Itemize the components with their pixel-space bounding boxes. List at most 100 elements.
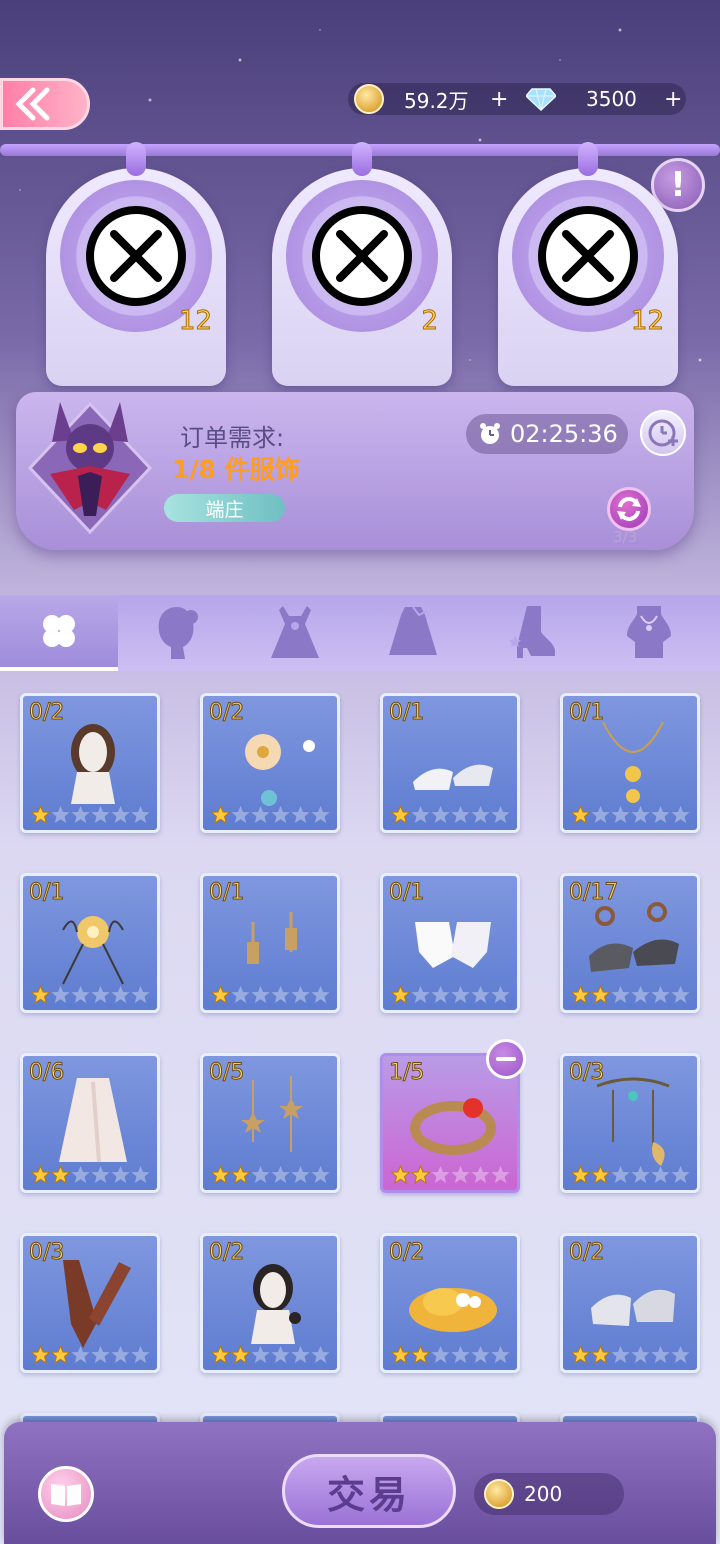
star-filled-icon — [31, 985, 50, 1004]
star-empty-icon — [251, 1346, 270, 1363]
star-empty-icon — [111, 806, 130, 823]
star-empty-icon — [251, 1166, 270, 1183]
star-empty-icon — [431, 1346, 450, 1363]
add-coins-button[interactable]: + — [490, 83, 508, 115]
clothing-item-card[interactable]: 0/2 — [560, 1233, 700, 1373]
clothing-item-card[interactable]: 0/2 — [200, 1233, 340, 1373]
order-requirement-value: 1/8 件服饰 — [172, 455, 300, 484]
item-quantity: 0/1 — [28, 880, 65, 906]
tab-hair[interactable] — [118, 595, 236, 671]
tab-accessory[interactable] — [590, 595, 708, 671]
star-empty-icon — [291, 1166, 310, 1183]
clothing-item-card[interactable]: 0/2 — [200, 693, 340, 833]
star-empty-icon — [71, 1346, 90, 1363]
star-filled-icon — [231, 1165, 250, 1184]
star-empty-icon — [51, 806, 70, 823]
empty-x-icon — [86, 206, 186, 306]
tab-shoes[interactable] — [472, 595, 590, 671]
star-empty-icon — [651, 1346, 670, 1363]
star-empty-icon — [251, 806, 270, 823]
star-filled-icon — [391, 1165, 410, 1184]
clothing-item-card[interactable]: 0/1 — [20, 873, 160, 1013]
clothing-item-card[interactable]: 0/2 — [380, 1233, 520, 1373]
star-empty-icon — [131, 986, 150, 1003]
currency-bar: 59.2万 + 3500 + — [348, 83, 686, 115]
clothing-item-card[interactable]: 0/17 — [560, 873, 700, 1013]
star-filled-icon — [51, 1345, 70, 1364]
star-filled-icon — [231, 1345, 250, 1364]
star-empty-icon — [491, 1346, 510, 1363]
clothing-item-card[interactable]: 0/1 — [380, 873, 520, 1013]
star-filled-icon — [591, 1165, 610, 1184]
coin-icon — [484, 1479, 514, 1509]
star-filled-icon — [211, 805, 230, 824]
item-quantity: 0/6 — [28, 1060, 65, 1086]
clothing-item-card[interactable]: 0/1 — [380, 693, 520, 833]
star-empty-icon — [271, 806, 290, 823]
add-time-button[interactable] — [640, 410, 686, 456]
coin-icon — [354, 84, 384, 114]
gold-necklace-icon — [602, 721, 664, 803]
star-empty-icon — [651, 806, 670, 823]
refresh-order-button[interactable] — [607, 487, 651, 531]
item-quantity: 0/5 — [208, 1060, 245, 1086]
rarity-stars — [211, 1165, 330, 1184]
back-button[interactable] — [0, 78, 90, 130]
required-item-slot[interactable]: 12 — [498, 142, 678, 386]
clothing-item-card[interactable]: 0/1 — [560, 693, 700, 833]
yellow-hat-icon — [409, 1288, 497, 1332]
rarity-stars — [391, 805, 510, 824]
star-earrings-icon — [241, 1076, 303, 1152]
star-filled-icon — [211, 1345, 230, 1364]
rarity-stars — [391, 1165, 510, 1184]
book-icon — [51, 1484, 81, 1506]
flower-choker-icon — [62, 916, 124, 985]
drop-earrings-icon — [247, 912, 297, 964]
trade-button[interactable]: 交易 — [282, 1454, 456, 1528]
tab-top[interactable] — [354, 595, 472, 671]
clothing-item-card[interactable]: 0/5 — [200, 1053, 340, 1193]
clothing-item-card[interactable]: 0/3 — [560, 1053, 700, 1193]
rarity-stars — [31, 985, 150, 1004]
star-empty-icon — [231, 806, 250, 823]
required-item-slot[interactable]: 12 — [46, 142, 226, 386]
clothing-item-card[interactable]: 0/3 — [20, 1233, 160, 1373]
add-diamonds-button[interactable]: + — [664, 83, 682, 115]
star-empty-icon — [431, 986, 450, 1003]
tab-all[interactable] — [0, 595, 118, 671]
clothing-item-card[interactable]: 0/2 — [20, 693, 160, 833]
trade-cost: 200 — [474, 1473, 624, 1515]
star-filled-icon — [31, 1345, 50, 1364]
star-empty-icon — [671, 806, 690, 823]
item-quantity: 0/2 — [208, 700, 245, 726]
star-empty-icon — [311, 806, 330, 823]
star-empty-icon — [271, 1346, 290, 1363]
star-filled-icon — [571, 805, 590, 824]
required-item-slot[interactable]: 2 — [272, 142, 452, 386]
star-filled-icon — [211, 985, 230, 1004]
star-empty-icon — [651, 986, 670, 1003]
star-empty-icon — [111, 986, 130, 1003]
rarity-stars — [211, 985, 330, 1004]
star-filled-icon — [571, 1345, 590, 1364]
star-empty-icon — [291, 986, 310, 1003]
item-quantity: 0/1 — [568, 700, 605, 726]
minus-icon — [496, 1057, 516, 1061]
star-empty-icon — [291, 806, 310, 823]
clothing-item-card[interactable]: 0/6 — [20, 1053, 160, 1193]
rarity-stars — [31, 805, 150, 824]
remove-item-button[interactable] — [486, 1039, 526, 1079]
head-silhouette-icon — [158, 607, 198, 659]
star-filled-icon — [591, 985, 610, 1004]
dress-icon — [271, 606, 319, 658]
tab-dress[interactable] — [236, 595, 354, 671]
necklace-bust-icon — [627, 606, 671, 658]
star-empty-icon — [51, 986, 70, 1003]
handbook-button[interactable] — [38, 1466, 94, 1522]
clothing-item-card[interactable]: 0/1 — [200, 873, 340, 1013]
boot-icon — [509, 606, 555, 658]
hanger-hook — [578, 142, 598, 176]
empty-x-icon — [312, 206, 412, 306]
diamond-currency — [526, 83, 556, 115]
star-empty-icon — [411, 986, 430, 1003]
